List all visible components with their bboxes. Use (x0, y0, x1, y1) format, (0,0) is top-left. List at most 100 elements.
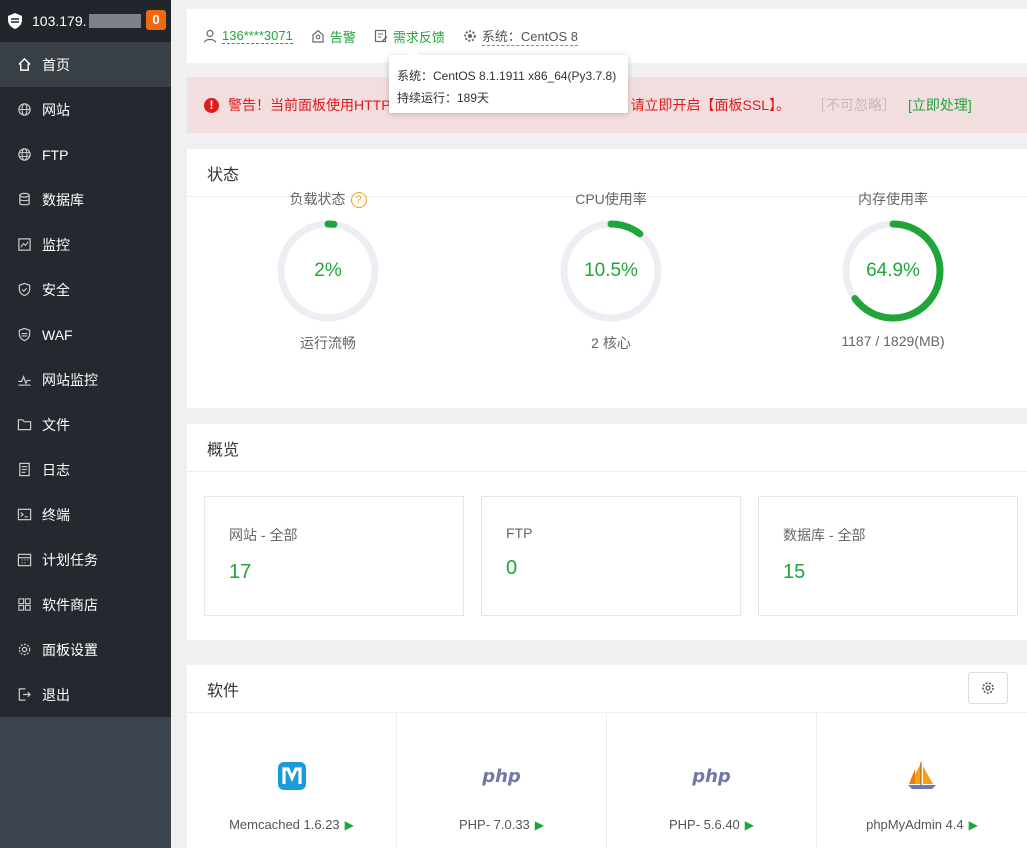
alarm-link[interactable]: 告警 (311, 27, 356, 46)
user-account[interactable]: 136****3071 (203, 28, 293, 44)
sidebar-item-label: 终端 (42, 506, 70, 523)
gauge-value: 2% (314, 260, 342, 281)
sidebar-item-label: 网站 (42, 101, 70, 118)
system-info[interactable]: 系统：CentOS 8 (463, 26, 578, 46)
play-icon[interactable]: ▶ (745, 818, 754, 832)
software-panel: 软件 M Memcached 1.6.23▶ php PHP- 7.0.33▶ … (187, 665, 1027, 848)
software-name: phpMyAdmin 4.4 ▶ (866, 817, 978, 832)
calendar-icon (17, 552, 32, 567)
ip-mask (88, 14, 141, 28)
system-tooltip: 系统：CentOS 8.1.1911 x86_64(Py3.7.8) 持续运行：… (389, 49, 628, 113)
phpmyadmin-logo (817, 749, 1027, 803)
tooltip-system: 系统：CentOS 8.1.1911 x86_64(Py3.7.8) (397, 69, 617, 83)
cpu-gauge[interactable]: CPU使用率 10.5% 2 核心 (541, 191, 681, 351)
gauge-title: 负载状态? (258, 189, 398, 209)
ftp-globe-icon (17, 147, 32, 162)
sidebar-item-security[interactable]: 安全 (0, 267, 171, 312)
gauge-title: CPU使用率 (575, 191, 647, 207)
software-item-memcached[interactable]: M Memcached 1.6.23▶ (187, 713, 397, 848)
monitor-chart-icon (17, 237, 32, 252)
software-name: PHP- 7.0.33 ▶ (458, 817, 545, 832)
sidebar-item-waf[interactable]: WAF (0, 312, 171, 357)
php-logo: php (482, 765, 521, 787)
play-icon[interactable]: ▶ (535, 818, 544, 832)
sidebar-header: 103.179. 0 (0, 0, 171, 42)
user-link[interactable]: 136****3071 (222, 28, 293, 44)
php-logo: php (692, 765, 731, 787)
sidebar-item-label: 首页 (42, 56, 70, 73)
system-label: 系统：CentOS 8 (481, 26, 578, 46)
sidebar-item-site-monitor[interactable]: 网站监控 (0, 357, 171, 402)
software-item-phpmyadmin[interactable]: phpMyAdmin 4.4 ▶ (817, 713, 1027, 848)
alarm-label: 告警 (329, 29, 356, 45)
overview-title: 概览 (187, 424, 1027, 472)
gauge-subtitle: 2 核心 (591, 335, 631, 351)
sidebar-item-monitor[interactable]: 监控 (0, 222, 171, 267)
sidebar-item-label: 安全 (42, 281, 70, 298)
site-monitor-icon (17, 372, 32, 387)
software-title: 软件 (187, 665, 1027, 713)
sidebar-item-label: 计划任务 (42, 551, 98, 568)
sidebar-item-database[interactable]: 数据库 (0, 177, 171, 222)
play-icon[interactable]: ▶ (345, 818, 354, 832)
software-item-php56[interactable]: php PHP- 5.6.40 ▶ (607, 713, 817, 848)
gauge-value: 10.5% (584, 260, 638, 281)
sidebar-item-logout[interactable]: 退出 (0, 672, 171, 717)
settings-icon (17, 642, 32, 657)
sidebar-item-ftp[interactable]: FTP (0, 132, 171, 177)
sidebar-item-home[interactable]: 首页 (0, 42, 171, 87)
play-icon[interactable]: ▶ (969, 818, 978, 832)
software-name: Memcached 1.6.23 ▶ (229, 817, 354, 832)
alert-ignore-label: ［不可忽略］ (812, 97, 897, 113)
sidebar-item-app-store[interactable]: 软件商店 (0, 582, 171, 627)
sidebar-item-label: 网站监控 (42, 371, 98, 388)
overview-card-databases[interactable]: 数据库 - 全部 15 (758, 496, 1018, 616)
software-settings-button[interactable] (968, 672, 1008, 704)
status-panel: 状态 负载状态? 2% 运行流畅 CPU使用率 10.5% 2 核心 内存使用率… (187, 149, 1027, 408)
sidebar-item-panel-settings[interactable]: 面板设置 (0, 627, 171, 672)
user-icon (203, 29, 217, 43)
sidebar-item-logs[interactable]: 日志 (0, 447, 171, 492)
alert-text-start: 警告！当前面板使用HTTP (228, 97, 391, 113)
terminal-icon (17, 507, 32, 522)
sidebar-item-files[interactable]: 文件 (0, 402, 171, 447)
system-gear-icon (464, 30, 476, 42)
shield-check-icon (17, 282, 32, 297)
card-label: FTP (506, 525, 533, 541)
tooltip-arrow (407, 49, 419, 55)
sidebar-item-cron[interactable]: 计划任务 (0, 537, 171, 582)
alert-text-end: 请立即开启【面板SSL】。 (630, 97, 791, 113)
memcached-logo: M (187, 749, 396, 803)
sidebar-footer-space (0, 717, 171, 845)
gauge-title: 内存使用率 (858, 191, 928, 207)
sidebar-item-label: 日志 (42, 461, 70, 478)
feedback-label: 需求反馈 (392, 29, 445, 45)
tooltip-uptime: 持续运行：189天 (397, 91, 490, 105)
log-file-icon (17, 462, 32, 477)
card-label: 数据库 - 全部 (783, 527, 866, 543)
load-gauge[interactable]: 负载状态? 2% 运行流畅 (258, 191, 398, 351)
alert-fix-link[interactable]: [立即处理] (908, 95, 972, 115)
overview-card-ftp[interactable]: FTP 0 (481, 496, 741, 616)
memory-gauge[interactable]: 内存使用率 64.9% 1187 / 1829(MB) (823, 191, 963, 349)
overview-card-websites[interactable]: 网站 - 全部 17 (204, 496, 464, 616)
card-value[interactable]: 0 (506, 557, 716, 580)
feedback-edit-icon (374, 29, 388, 43)
sidebar-item-terminal[interactable]: 终端 (0, 492, 171, 537)
sidebar-item-website[interactable]: 网站 (0, 87, 171, 132)
feedback-link[interactable]: 需求反馈 (374, 27, 445, 46)
overview-panel: 概览 网站 - 全部 17 FTP 0 数据库 - 全部 15 (187, 424, 1027, 640)
bt-logo-icon (6, 12, 24, 30)
sidebar: 103.179. 0 首页 网站 FTP 数据库 监控 安全 WAF 网站监控 … (0, 0, 171, 848)
card-value[interactable]: 15 (783, 561, 993, 584)
folder-icon (17, 417, 32, 432)
software-item-php70[interactable]: php PHP- 7.0.33 ▶ (397, 713, 607, 848)
card-value[interactable]: 17 (229, 561, 439, 584)
sidebar-item-label: 数据库 (42, 191, 84, 208)
sidebar-item-label: 退出 (42, 686, 70, 703)
sidebar-item-label: 软件商店 (42, 596, 98, 613)
message-badge[interactable]: 0 (146, 10, 166, 30)
waf-shield-icon (17, 327, 32, 342)
home-icon (17, 57, 32, 72)
help-icon[interactable]: ? (350, 192, 367, 208)
